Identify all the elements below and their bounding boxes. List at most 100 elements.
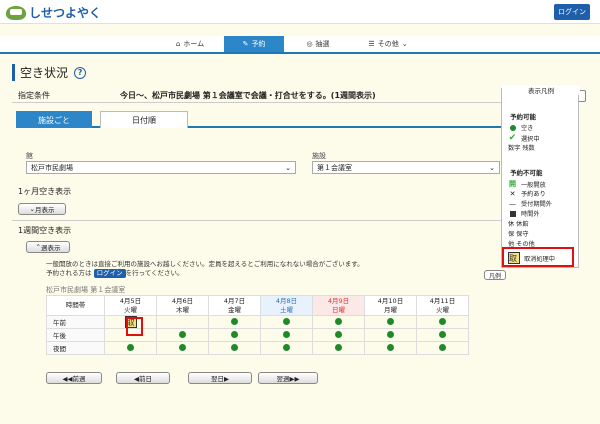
usage-notice: 一般開放のときは直接ご利用の施設へお越しください。定員を超えるとご利用になれない… <box>46 260 364 278</box>
availability-cell[interactable] <box>312 328 365 342</box>
prev-day-button[interactable]: ◀前日 <box>116 372 170 384</box>
legend-available-title: 予約可能 <box>510 113 536 121</box>
grid-header-row: 時間帯 4月5日 火曜 4月6日 木曜 4月7日 金曜 4月8日 土曜 4月9日 日曜 4月10日 月曜… <box>46 295 469 316</box>
availability-cell <box>156 315 209 329</box>
day-date: 4月11日 <box>429 296 456 305</box>
green-dot-icon <box>179 330 186 338</box>
availability-cell[interactable] <box>364 341 417 355</box>
nav-home[interactable]: ⌂ ホーム <box>160 36 220 52</box>
day-header: 4月9日 日曜 <box>312 295 365 316</box>
logo-text: しせつよやく <box>29 6 102 20</box>
legend-item-out-of-period: — 受付期間外 <box>509 199 552 209</box>
day-weekday: 金曜 <box>228 305 241 314</box>
help-icon[interactable]: ? <box>74 66 87 79</box>
facility-title: 松戸市民劇場 第１会議室 <box>46 286 126 294</box>
legend-item-maintenance: 保 保守 <box>508 231 529 238</box>
availability-cell[interactable] <box>260 315 313 329</box>
green-dot-icon <box>231 330 238 338</box>
availability-cell[interactable] <box>260 341 313 355</box>
page-title: 空き状況 ? <box>12 64 87 81</box>
tab-by-facility[interactable]: 施設ごと <box>16 111 92 128</box>
list-icon: ☰ <box>368 40 375 48</box>
legend-item-remaining: 数字 残数 <box>508 145 535 152</box>
legend-unavailable-title: 予約不可能 <box>510 169 543 177</box>
availability-cell[interactable] <box>260 328 313 342</box>
day-date: 4月8日 <box>275 296 298 305</box>
legend-button[interactable]: 凡例 <box>484 270 506 280</box>
availability-cell[interactable] <box>416 328 469 342</box>
divider <box>12 102 504 103</box>
availability-cell[interactable] <box>364 328 417 342</box>
availability-cell[interactable] <box>208 341 261 355</box>
green-dot-icon <box>387 330 394 338</box>
next-week-button[interactable]: 翌週▶▶ <box>258 372 318 384</box>
day-date: 4月7日 <box>223 296 246 305</box>
tab-by-date[interactable]: 日付順 <box>100 111 188 128</box>
availability-cell[interactable] <box>156 328 209 342</box>
day-date: 4月9日 <box>327 296 350 305</box>
lottery-icon: ◎ <box>306 40 313 48</box>
login-button[interactable]: ログイン <box>554 4 590 20</box>
next-day-button[interactable]: 翌日▶ <box>188 372 252 384</box>
month-view-button[interactable]: ⌄ 月表示 <box>18 203 66 215</box>
prev-week-button[interactable]: ◀◀前週 <box>46 372 102 384</box>
availability-cell[interactable] <box>104 341 157 355</box>
availability-cell[interactable] <box>416 315 469 329</box>
green-dot-icon <box>335 343 342 351</box>
site-logo[interactable]: しせつよやく <box>6 4 101 21</box>
time-slot-label: 午後 <box>46 328 105 342</box>
inline-login-button[interactable]: ログイン <box>93 269 126 278</box>
green-dot-icon <box>439 317 446 325</box>
availability-cell[interactable] <box>312 341 365 355</box>
facility-label: 施設 <box>312 152 326 160</box>
green-dot-icon <box>179 343 186 351</box>
day-header: 4月5日 火曜 <box>104 295 157 316</box>
highlight-box <box>126 317 143 336</box>
availability-cell[interactable] <box>416 341 469 355</box>
nav-lottery[interactable]: ◎ 抽選 <box>288 36 348 52</box>
green-dot-icon <box>283 317 290 325</box>
nav-other[interactable]: ☰ その他 ⌄ <box>352 36 424 52</box>
nav-reserve[interactable]: ✎ 予約 <box>224 36 284 52</box>
green-dot-icon <box>439 343 446 351</box>
monthly-title: 1ヶ月空き表示 <box>18 187 72 196</box>
day-date: 4月5日 <box>119 296 142 305</box>
green-dot-icon <box>508 124 517 131</box>
green-dot-icon <box>335 317 342 325</box>
dash-icon: — <box>509 199 516 208</box>
day-weekday: 火曜 <box>124 305 137 314</box>
day-date: 4月6日 <box>171 296 194 305</box>
x-icon: ✕ <box>509 189 516 198</box>
building-select[interactable]: 松戸市民劇場 ⌄ <box>26 161 296 174</box>
time-header: 時間帯 <box>46 295 105 316</box>
day-header: 4月6日 木曜 <box>156 295 209 316</box>
availability-cell[interactable] <box>156 341 209 355</box>
legend-header: 表示凡例 <box>502 85 580 95</box>
facility-select[interactable]: 第１会議室 ⌄ <box>312 161 500 174</box>
availability-cell[interactable] <box>312 315 365 329</box>
availability-cell[interactable] <box>364 315 417 329</box>
legend-item-open: 開一般開放 <box>509 180 546 189</box>
day-date: 4月10日 <box>377 296 404 305</box>
check-icon: ✔ <box>508 133 517 143</box>
building-label: 館 <box>26 152 33 160</box>
legend-panel: 表示凡例 予約可能 空き ✔ 選択中 数字 残数 予約不可能 開一般開放 ✕ 予約あ… <box>501 85 580 268</box>
divider <box>12 220 504 221</box>
week-view-button[interactable]: ⌃ 週表示 <box>26 241 70 253</box>
chevron-down-icon: ⌄ <box>401 40 408 48</box>
chevron-down-icon: ⌄ <box>285 164 291 172</box>
square-icon <box>508 210 517 217</box>
availability-cell[interactable] <box>208 315 261 329</box>
legend-item-available: 空き <box>508 123 533 132</box>
day-weekday: 月曜 <box>384 305 397 314</box>
table-row: 午後 <box>46 328 469 342</box>
main-nav: ⌂ ホーム ✎ 予約 ◎ 抽選 ☰ その他 ⌄ <box>0 36 600 54</box>
green-dot-icon <box>231 317 238 325</box>
top-bar: しせつよやく ログイン <box>0 0 600 24</box>
time-slot-label: 夜間 <box>46 341 105 355</box>
legend-item-selected: ✔ 選択中 <box>508 133 540 143</box>
open-icon: 開 <box>509 180 516 188</box>
availability-cell[interactable] <box>208 328 261 342</box>
table-row: 夜間 <box>46 341 469 355</box>
time-slot-label: 午前 <box>46 315 105 329</box>
